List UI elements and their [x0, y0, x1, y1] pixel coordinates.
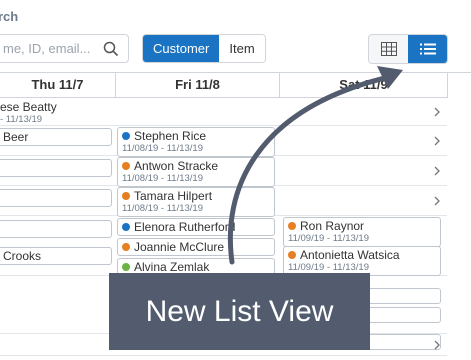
event-card-thu[interactable] — [0, 159, 112, 177]
list-row[interactable]: Antwon Stracke 11/08/19 - 11/13/19 — [0, 156, 447, 187]
event-card-thu[interactable] — [0, 189, 112, 207]
search-title: rch — [0, 9, 19, 24]
event-stephen-rice[interactable]: Stephen Rice 11/08/19 - 11/13/19 — [117, 127, 275, 157]
event-name: ese Beatty — [0, 100, 57, 114]
event-card-thu[interactable] — [0, 220, 112, 238]
search-field[interactable] — [0, 34, 129, 63]
list-view-button[interactable] — [408, 35, 447, 63]
search-input[interactable] — [0, 35, 101, 62]
list-row[interactable]: Beer Stephen Rice 11/08/19 - 11/13/19 — [0, 126, 447, 157]
list-row[interactable]: ese Beatty - 11/13/19 — [0, 98, 447, 126]
status-dot — [288, 222, 296, 230]
event-date: 11/08/19 - 11/13/19 — [122, 143, 203, 154]
status-dot — [122, 192, 130, 200]
status-dot — [122, 162, 130, 170]
event-antonietta-watsica[interactable]: Antonietta Watsica 11/09/19 - 11/13/19 — [283, 246, 441, 276]
day-header-sat: Sat 11/9 — [280, 73, 447, 98]
view-switch — [368, 34, 448, 64]
column-divider — [447, 73, 448, 98]
chevron-right-icon[interactable] — [432, 165, 442, 177]
new-list-view-banner: New List View — [109, 273, 370, 350]
grid-view-button[interactable] — [369, 35, 408, 63]
event-date: 11/08/19 - 11/13/19 — [122, 203, 203, 214]
customer-toggle-button[interactable]: Customer — [143, 35, 220, 62]
event-date: 11/08/19 - 11/13/19 — [122, 173, 203, 184]
chevron-right-icon[interactable] — [432, 339, 442, 351]
event-name: Joannie McClure — [134, 240, 225, 254]
event-name: Ron Raynor — [300, 219, 365, 233]
event-name: Antwon Stracke — [134, 159, 219, 173]
item-toggle-button[interactable]: Item — [219, 35, 265, 62]
list-row[interactable]: Crooks Elenora Rutherford Joannie McClur… — [0, 216, 447, 276]
event-name: Stephen Rice — [134, 129, 207, 143]
event-card-thu[interactable]: Beer — [0, 128, 112, 146]
list-row[interactable]: Tamara Hilpert 11/08/19 - 11/13/19 — [0, 186, 447, 217]
status-dot — [122, 243, 130, 251]
day-header-fri: Fri 11/8 — [116, 73, 279, 98]
search-icon[interactable] — [103, 41, 119, 57]
chevron-right-icon[interactable] — [432, 135, 442, 147]
event-ese-beatty[interactable]: ese Beatty - 11/13/19 — [0, 100, 57, 125]
event-ron-raynor[interactable]: Ron Raynor 11/09/19 - 11/13/19 — [283, 217, 441, 247]
event-name: Tamara Hilpert — [134, 189, 213, 203]
status-dot — [288, 251, 296, 259]
event-name: Alvina Zemlak — [134, 260, 210, 274]
event-date: 11/09/19 - 11/13/19 — [288, 262, 369, 273]
event-card-thu[interactable]: Crooks — [0, 247, 112, 265]
chevron-right-icon[interactable] — [432, 195, 442, 207]
event-elenora-rutherford[interactable]: Elenora Rutherford — [117, 218, 275, 236]
status-dot — [122, 263, 130, 271]
event-name: Antonietta Watsica — [300, 248, 400, 262]
grid-icon — [380, 42, 397, 56]
event-tamara-hilpert[interactable]: Tamara Hilpert 11/08/19 - 11/13/19 — [117, 187, 275, 217]
customer-item-toggle: Customer Item — [142, 34, 266, 63]
day-header-thu: Thu 11/7 — [0, 73, 115, 98]
event-date: 11/09/19 - 11/13/19 — [288, 233, 369, 244]
event-joannie-mcclure[interactable]: Joannie McClure — [117, 238, 275, 256]
event-name: Elenora Rutherford — [134, 220, 236, 234]
status-dot — [122, 223, 130, 231]
status-dot — [122, 132, 130, 140]
list-icon — [419, 43, 436, 55]
event-date: - 11/13/19 — [0, 114, 43, 125]
event-antwon-stracke[interactable]: Antwon Stracke 11/08/19 - 11/13/19 — [117, 157, 275, 187]
chevron-right-icon[interactable] — [432, 106, 442, 118]
